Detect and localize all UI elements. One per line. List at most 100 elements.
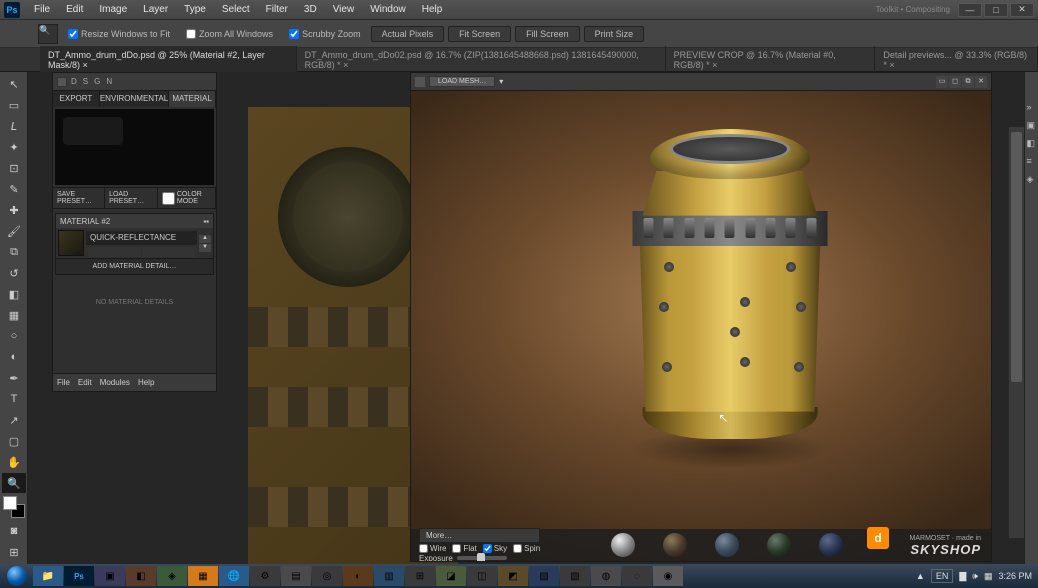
taskbar-app-icon[interactable]: ▣ (95, 566, 125, 586)
shape-tool[interactable]: ▢ (2, 431, 26, 451)
menu-filter[interactable]: Filter (258, 4, 296, 15)
material-ball-1[interactable] (611, 533, 635, 557)
eraser-tool[interactable]: ◧ (2, 284, 26, 304)
crop-tool[interactable]: ⊡ (2, 158, 26, 178)
menu-window[interactable]: Window (362, 4, 414, 15)
taskbar-app-icon[interactable]: ▦ (188, 566, 218, 586)
vertical-scrollbar[interactable] (1008, 127, 1024, 538)
fill-screen-button[interactable]: Fill Screen (515, 26, 580, 42)
ddo-tab-material[interactable]: MATERIAL (169, 91, 216, 107)
taskbar-app-icon[interactable]: ◎ (312, 566, 342, 586)
close-button[interactable]: ✕ (1010, 3, 1034, 17)
doc-tab-2[interactable]: DT_Ammo_drum_dDo02.psd @ 16.7% (ZIP(1381… (297, 46, 666, 74)
viewer-pop-icon[interactable]: ⧉ (962, 76, 974, 88)
taskbar-app-icon[interactable]: ◌ (622, 566, 652, 586)
material-name[interactable]: QUICK-REFLECTANCE (86, 231, 197, 245)
material-ball-5[interactable] (819, 533, 843, 557)
panel-icon[interactable]: ▣ (1027, 120, 1037, 130)
taskbar-app-icon[interactable]: ◍ (591, 566, 621, 586)
material-thumb[interactable] (58, 230, 84, 256)
maximize-button[interactable]: □ (984, 3, 1008, 17)
tray-icon[interactable]: 🕪 (972, 571, 978, 582)
menu-select[interactable]: Select (214, 4, 258, 15)
resize-windows-check[interactable] (68, 29, 78, 39)
menu-help[interactable]: Help (414, 4, 451, 15)
taskbar-app-icon[interactable]: 📁 (33, 566, 63, 586)
menu-edit[interactable]: Edit (58, 4, 91, 15)
panel-icon[interactable]: ◈ (1027, 174, 1037, 184)
ddo-foot-file[interactable]: File (57, 378, 70, 387)
ddo-foot-modules[interactable]: Modules (100, 378, 130, 387)
material-slot[interactable] (142, 247, 195, 257)
scrollbar-thumb[interactable] (1011, 132, 1022, 382)
eyedropper-tool[interactable]: ✎ (2, 179, 26, 199)
taskbar-app-icon[interactable]: ▤ (281, 566, 311, 586)
taskbar-app-icon[interactable]: Ps (64, 566, 94, 586)
mat-up-icon[interactable]: ▲ (199, 235, 211, 243)
history-brush-tool[interactable]: ↺ (2, 263, 26, 283)
menu-image[interactable]: Image (91, 4, 135, 15)
fit-screen-button[interactable]: Fit Screen (448, 26, 511, 42)
material-ball-3[interactable] (715, 533, 739, 557)
screenmode-tool[interactable]: ⊞ (2, 542, 26, 562)
panel-expand-icon[interactable]: » (1027, 102, 1037, 112)
wand-tool[interactable]: ✦ (2, 137, 26, 157)
save-preset-button[interactable]: SAVE PRESET… (53, 188, 105, 208)
gradient-tool[interactable]: ▦ (2, 305, 26, 325)
viewport-3d[interactable]: ↖ More… Wire Flat Sky Spin Exposure (411, 91, 991, 561)
taskbar-app-icon[interactable]: ▨ (529, 566, 559, 586)
stamp-tool[interactable]: ⧉ (2, 242, 26, 262)
more-button[interactable]: More… (419, 528, 540, 543)
viewer-max-icon[interactable]: ◻ (949, 76, 961, 88)
tray-up-icon[interactable]: ▲ (916, 571, 925, 581)
add-detail-button[interactable]: ADD MATERIAL DETAIL… (56, 258, 213, 274)
blur-tool[interactable]: ○ (2, 326, 26, 346)
menu-layer[interactable]: Layer (135, 4, 176, 15)
viewer-header[interactable]: LOAD MESH… ▾ ▭ ◻ ⧉ ✕ (411, 73, 991, 91)
panel-icon[interactable]: ≡ (1027, 156, 1037, 166)
pen-tool[interactable]: ✒ (2, 368, 26, 388)
menu-view[interactable]: View (325, 4, 363, 15)
start-button[interactable] (2, 565, 32, 587)
zoom-tool[interactable]: 🔍 (2, 473, 26, 493)
doc-tab-3[interactable]: PREVIEW CROP @ 16.7% (Material #0, RGB/8… (666, 46, 876, 74)
ddo-foot-help[interactable]: Help (138, 378, 154, 387)
workspace-name[interactable]: Toolkit • Compositing (868, 5, 958, 14)
tray-icon[interactable]: ▦ (984, 571, 993, 582)
menu-3d[interactable]: 3D (296, 4, 325, 15)
spin-check[interactable] (513, 544, 522, 553)
taskbar-app-icon[interactable]: ◉ (653, 566, 683, 586)
taskbar-app-icon[interactable]: ◧ (126, 566, 156, 586)
marquee-tool[interactable]: ▭ (2, 95, 26, 115)
canvas-area[interactable]: D S G N EXPORT ENVIRONMENTAL MATERIAL SA… (28, 72, 1024, 564)
type-tool[interactable]: T (2, 389, 26, 409)
ddo-header[interactable]: D S G N (53, 73, 216, 91)
collapsed-panels[interactable]: » ▣ ◧ ≡ ◈ (1024, 72, 1038, 564)
material-ball-4[interactable] (767, 533, 791, 557)
taskbar-app-icon[interactable]: ⚙ (250, 566, 280, 586)
ddo-tab-env[interactable]: ENVIRONMENTAL (100, 91, 169, 107)
taskbar-app-icon[interactable]: ▧ (560, 566, 590, 586)
viewer-min-icon[interactable]: ▭ (936, 76, 948, 88)
color-mode-check[interactable] (162, 192, 175, 205)
menu-file[interactable]: File (26, 4, 58, 15)
ddo-tab-export[interactable]: EXPORT (53, 91, 100, 107)
taskbar-app-icon[interactable]: ◫ (467, 566, 497, 586)
hand-tool[interactable]: ✋ (2, 452, 26, 472)
language-indicator[interactable]: EN (931, 569, 954, 583)
load-mesh-dropdown-icon[interactable]: ▾ (495, 77, 507, 86)
minimize-button[interactable]: — (958, 3, 982, 17)
brush-tool[interactable]: 🖌 (2, 221, 26, 241)
material-ball-2[interactable] (663, 533, 687, 557)
color-swatches[interactable] (2, 494, 26, 520)
taskbar-app-icon[interactable]: ◈ (157, 566, 187, 586)
flat-check[interactable] (452, 544, 461, 553)
doc-tab-4[interactable]: Detail previews... @ 33.3% (RGB/8) * × (875, 46, 1038, 74)
dodge-tool[interactable]: ◐ (2, 347, 26, 367)
material-slot[interactable] (88, 247, 141, 257)
exposure-slider[interactable] (457, 556, 507, 560)
zoom-tool-icon[interactable]: 🔍 (38, 24, 58, 44)
wire-check[interactable] (419, 544, 428, 553)
load-preset-button[interactable]: LOAD PRESET… (105, 188, 158, 208)
taskbar-app-icon[interactable]: 🌐 (219, 566, 249, 586)
